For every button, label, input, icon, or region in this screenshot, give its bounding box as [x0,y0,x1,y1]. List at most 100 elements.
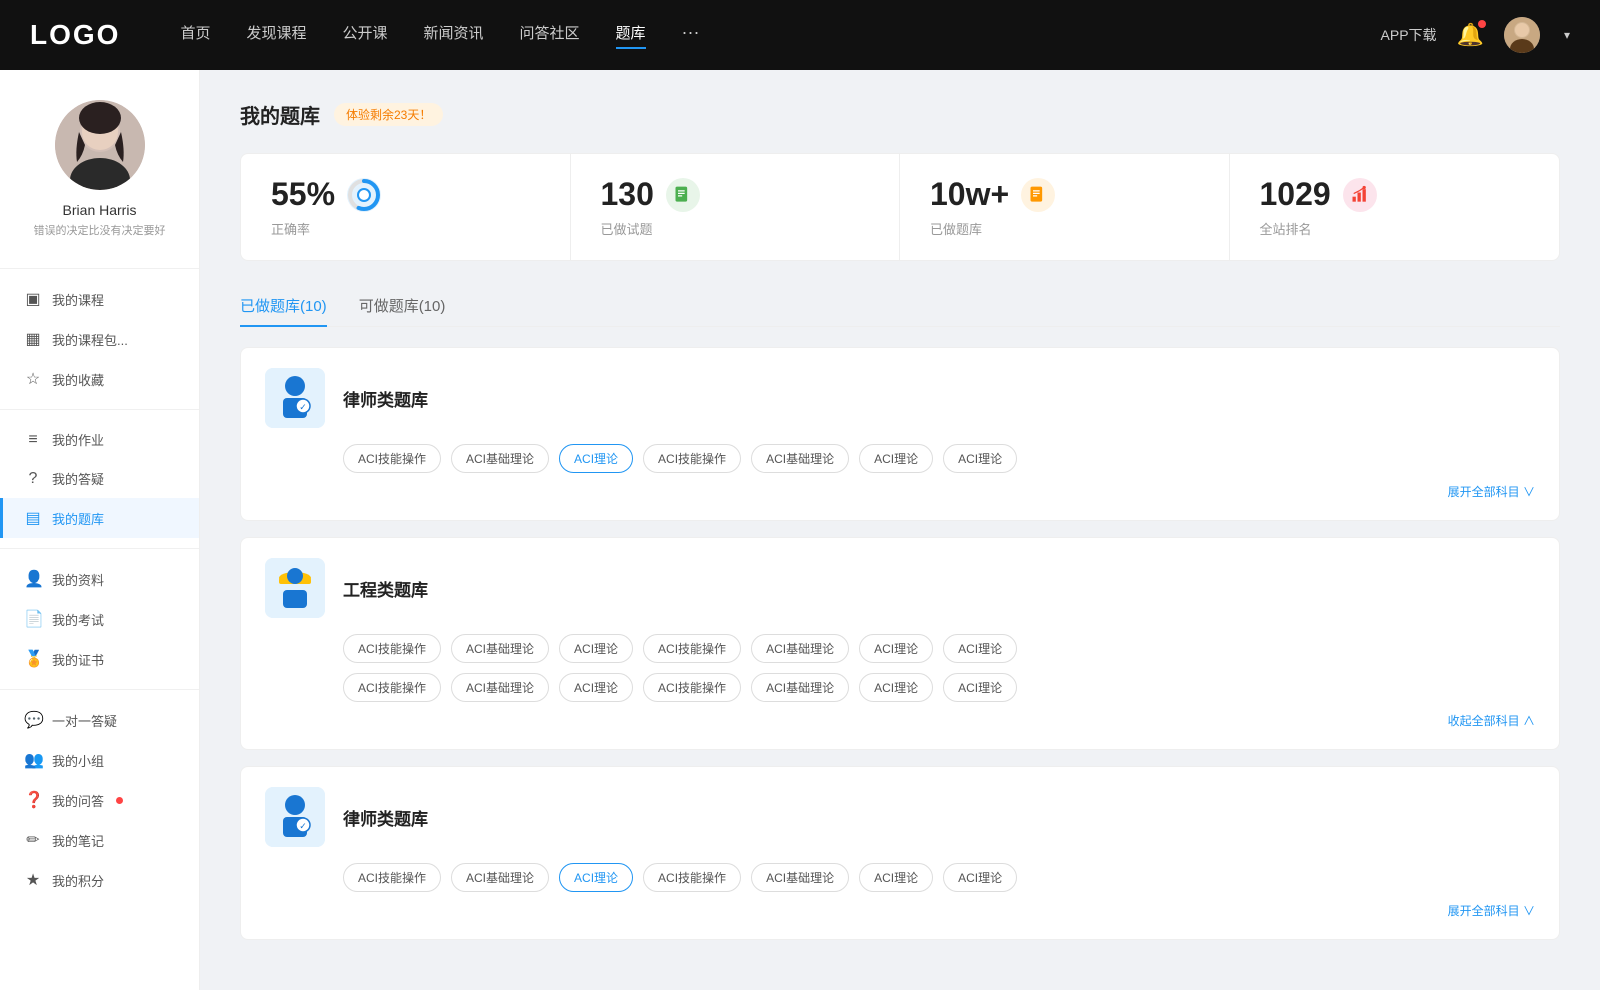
sidebar-item-points[interactable]: ★ 我的积分 [0,860,199,900]
tag-eng-r2-4[interactable]: ACI基础理论 [751,673,849,702]
tag-eng-r2-0[interactable]: ACI技能操作 [343,673,441,702]
homework-label: 我的作业 [52,430,104,449]
tag-lawyer1-0[interactable]: ACI技能操作 [343,444,441,473]
tag-lawyer2-0[interactable]: ACI技能操作 [343,863,441,892]
tag-lawyer2-1[interactable]: ACI基础理论 [451,863,549,892]
bell-button[interactable]: 🔔 [1457,22,1484,48]
tag-eng-r1-2[interactable]: ACI理论 [559,634,633,663]
1on1-label: 一对一答疑 [52,711,117,730]
nav-news[interactable]: 新闻资讯 [424,22,484,49]
sidebar-item-question-bank[interactable]: ▤ 我的题库 [0,498,199,538]
homework-icon: ≡ [24,431,42,449]
nav-questionbank[interactable]: 题库 [616,22,646,49]
tag-eng-r1-1[interactable]: ACI基础理论 [451,634,549,663]
tag-eng-r2-3[interactable]: ACI技能操作 [643,673,741,702]
sidebar-item-cert[interactable]: 🏅 我的证书 [0,639,199,679]
expand-link-lawyer-1[interactable]: 展开全部科目 ∨ [265,483,1535,500]
tag-eng-r1-0[interactable]: ACI技能操作 [343,634,441,663]
nav-more[interactable]: ··· [682,22,700,49]
tag-lawyer1-5[interactable]: ACI理论 [859,444,933,473]
notes-label: 我的笔记 [52,831,104,850]
tag-eng-r1-6[interactable]: ACI理论 [943,634,1017,663]
nav-links: 首页 发现课程 公开课 新闻资讯 问答社区 题库 ··· [180,22,1380,49]
stat-banks-value: 10w+ [930,176,1009,213]
nav-qa[interactable]: 问答社区 [520,22,580,49]
points-icon: ★ [24,870,42,890]
questions-doc-icon [666,178,700,212]
points-label: 我的积分 [52,871,104,890]
bank-header-lawyer-2: ✓ 律师类题库 [265,787,1535,847]
star-icon: ☆ [24,369,42,389]
sidebar-item-exam[interactable]: 📄 我的考试 [0,599,199,639]
tags-engineer-row1: ACI技能操作 ACI基础理论 ACI理论 ACI技能操作 ACI基础理论 AC… [265,634,1535,663]
notification-dot-qa [116,797,123,804]
svg-text:✓: ✓ [299,821,307,831]
stat-banks-label: 已做题库 [930,219,1199,238]
tab-available-banks[interactable]: 可做题库(10) [359,285,446,326]
collapse-link-engineer[interactable]: 收起全部科目 ∧ [265,712,1535,729]
sidebar-item-qa[interactable]: ? 我的答疑 [0,459,199,498]
profile-label: 我的资料 [52,570,104,589]
profile-motto: 错误的决定比没有决定要好 [20,222,179,238]
stat-banks-done: 10w+ 已做题库 [900,154,1230,260]
bank-card-engineer: 工程类题库 ACI技能操作 ACI基础理论 ACI理论 ACI技能操作 ACI基… [240,537,1560,750]
tag-lawyer2-5[interactable]: ACI理论 [859,863,933,892]
tag-eng-r2-2[interactable]: ACI理论 [559,673,633,702]
navbar: LOGO 首页 发现课程 公开课 新闻资讯 问答社区 题库 ··· APP下载 … [0,0,1600,70]
tag-lawyer2-4[interactable]: ACI基础理论 [751,863,849,892]
course-icon: ▣ [24,289,42,309]
sidebar-item-1on1[interactable]: 💬 一对一答疑 [0,700,199,740]
tab-done-banks[interactable]: 已做题库(10) [240,285,327,326]
stats-row: 55% 正确率 130 [240,153,1560,261]
group-icon: 👥 [24,750,42,770]
tag-eng-r1-5[interactable]: ACI理论 [859,634,933,663]
course-label: 我的课程 [52,290,104,309]
expand-link-lawyer-2[interactable]: 展开全部科目 ∨ [265,902,1535,919]
nav-open-course[interactable]: 公开课 [342,22,387,49]
tag-lawyer1-4[interactable]: ACI基础理论 [751,444,849,473]
tag-lawyer2-6[interactable]: ACI理论 [943,863,1017,892]
sidebar-item-my-qa[interactable]: ❓ 我的问答 [0,780,199,820]
tag-eng-r2-1[interactable]: ACI基础理论 [451,673,549,702]
tag-lawyer2-2[interactable]: ACI理论 [559,863,633,892]
sidebar-item-notes[interactable]: ✏ 我的笔记 [0,820,199,860]
qa-label: 我的答疑 [52,469,104,488]
bank-card-lawyer-1: ✓ 律师类题库 ACI技能操作 ACI基础理论 ACI理论 ACI技能操作 AC… [240,347,1560,521]
cert-label: 我的证书 [52,650,104,669]
qa-icon: ? [24,470,42,488]
nav-home[interactable]: 首页 [180,22,210,49]
stat-ranking-label: 全站排名 [1260,219,1530,238]
tag-lawyer2-3[interactable]: ACI技能操作 [643,863,741,892]
tag-lawyer1-6[interactable]: ACI理论 [943,444,1017,473]
bank-label: 我的题库 [52,509,104,528]
user-avatar[interactable] [1504,17,1540,53]
course-pack-icon: ▦ [24,329,42,349]
sidebar-item-course-pack[interactable]: ▦ 我的课程包... [0,319,199,359]
stat-ranking-top: 1029 [1260,176,1530,213]
user-menu-chevron[interactable]: ▾ [1564,28,1570,42]
tag-eng-r1-4[interactable]: ACI基础理论 [751,634,849,663]
tags-engineer-row2: ACI技能操作 ACI基础理论 ACI理论 ACI技能操作 ACI基础理论 AC… [265,673,1535,702]
sidebar-item-group[interactable]: 👥 我的小组 [0,740,199,780]
sidebar-item-profile[interactable]: 👤 我的资料 [0,559,199,599]
sidebar-item-favorites[interactable]: ☆ 我的收藏 [0,359,199,399]
tag-lawyer1-3[interactable]: ACI技能操作 [643,444,741,473]
my-qa-icon: ❓ [24,790,42,810]
bank-header-lawyer-1: ✓ 律师类题库 [265,368,1535,428]
tag-eng-r2-6[interactable]: ACI理论 [943,673,1017,702]
tag-eng-r2-5[interactable]: ACI理论 [859,673,933,702]
bank-card-lawyer-2: ✓ 律师类题库 ACI技能操作 ACI基础理论 ACI理论 ACI技能操作 AC… [240,766,1560,940]
exam-icon: 📄 [24,609,42,629]
sidebar-item-my-course[interactable]: ▣ 我的课程 [0,279,199,319]
page-wrap: Brian Harris 错误的决定比没有决定要好 ▣ 我的课程 ▦ 我的课程包… [0,70,1600,990]
tag-lawyer1-2[interactable]: ACI理论 [559,444,633,473]
app-download[interactable]: APP下载 [1381,25,1437,45]
stat-questions-done: 130 已做试题 [571,154,901,260]
cert-icon: 🏅 [24,649,42,669]
sidebar-item-homework[interactable]: ≡ 我的作业 [0,420,199,459]
notification-dot [1478,20,1486,28]
tag-lawyer1-1[interactable]: ACI基础理论 [451,444,549,473]
nav-discover[interactable]: 发现课程 [246,22,306,49]
tag-eng-r1-3[interactable]: ACI技能操作 [643,634,741,663]
stat-banks-top: 10w+ [930,176,1199,213]
